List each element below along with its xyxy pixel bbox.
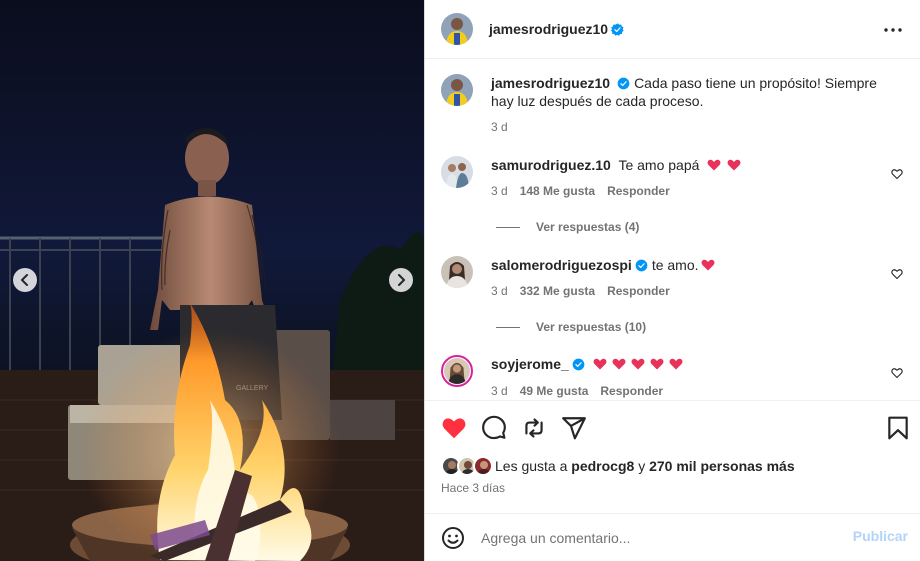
send-icon bbox=[562, 417, 586, 440]
comment-meta: 3 d 148 Me gusta Responder bbox=[491, 184, 670, 198]
comment-item: salomerodriguezospi te amo. 3 d 332 Me gu… bbox=[441, 256, 911, 316]
previous-image-button[interactable] bbox=[13, 268, 37, 292]
likes-prefix: Les gusta a bbox=[495, 458, 568, 474]
heart-emoji-icon bbox=[593, 358, 607, 370]
heart-emoji-icon bbox=[727, 159, 741, 171]
replies-divider bbox=[496, 326, 520, 328]
caption-meta: 3 d bbox=[491, 120, 508, 134]
view-replies-button[interactable]: Ver respuestas (4) bbox=[496, 220, 639, 234]
like-comment-heart-icon[interactable] bbox=[891, 268, 903, 280]
next-image-button[interactable] bbox=[389, 268, 413, 292]
verified-badge-icon bbox=[617, 77, 630, 90]
comment-text: te amo. bbox=[651, 257, 699, 273]
likes-joiner: y bbox=[638, 458, 646, 474]
post-timestamp[interactable]: Hace 3 días bbox=[441, 481, 505, 495]
liker-avatar bbox=[473, 456, 493, 476]
author-avatar[interactable] bbox=[441, 13, 473, 45]
heart-emoji-icon bbox=[701, 259, 715, 271]
share-button[interactable] bbox=[561, 415, 587, 441]
chevron-right-icon bbox=[398, 274, 405, 286]
caption-time[interactable]: 3 d bbox=[491, 120, 508, 134]
comment-item: soyjerome_ 3 d 49 Me gusta Responder bbox=[441, 355, 911, 400]
caption-username[interactable]: jamesrodriguez10 bbox=[491, 75, 610, 91]
comment-button[interactable] bbox=[481, 415, 507, 441]
add-comment-bar: Publicar bbox=[425, 513, 920, 561]
comment-time[interactable]: 3 d bbox=[491, 284, 508, 298]
comment-text-block: soyjerome_ bbox=[491, 355, 896, 373]
comment-username[interactable]: samurodriguez.10 bbox=[491, 157, 611, 173]
chevron-left-icon bbox=[21, 274, 28, 286]
comment-input[interactable] bbox=[481, 529, 841, 546]
comment-likes[interactable]: 148 Me gusta bbox=[520, 184, 595, 198]
comments-list[interactable]: jamesrodriguez10 Cada paso tiene un propó… bbox=[425, 60, 920, 400]
comment-username[interactable]: soyjerome_ bbox=[491, 356, 569, 372]
reply-button[interactable]: Responder bbox=[607, 284, 670, 298]
comment-meta: 3 d 332 Me gusta Responder bbox=[491, 284, 670, 298]
like-comment-heart-icon[interactable] bbox=[891, 168, 903, 180]
comment-time[interactable]: 3 d bbox=[491, 384, 508, 398]
comment-username[interactable]: salomerodriguezospi bbox=[491, 257, 632, 273]
save-button[interactable] bbox=[885, 415, 911, 441]
liker-username[interactable]: pedrocg8 bbox=[571, 458, 634, 474]
heart-emoji-icon bbox=[612, 358, 626, 370]
heart-emoji-icon bbox=[669, 358, 683, 370]
post-caption: jamesrodriguez10 Cada paso tiene un propó… bbox=[441, 74, 911, 134]
post-actions-section: Les gusta a pedrocg8 y 270 mil personas … bbox=[425, 400, 920, 513]
caption-text-block: jamesrodriguez10 Cada paso tiene un propó… bbox=[491, 74, 896, 110]
post-media[interactable]: GALLERY bbox=[0, 0, 424, 561]
author-username[interactable]: jamesrodriguez10 bbox=[489, 21, 608, 37]
post-side-panel: jamesrodriguez10 jamesrodriguez10 Cada p… bbox=[424, 0, 920, 561]
view-replies-label[interactable]: Ver respuestas (4) bbox=[536, 220, 639, 234]
view-replies-button[interactable]: Ver respuestas (10) bbox=[496, 320, 646, 334]
publish-button[interactable]: Publicar bbox=[853, 528, 908, 544]
repost-icon bbox=[525, 418, 543, 438]
verified-badge-icon bbox=[572, 358, 585, 371]
comment-text: Te amo papá bbox=[618, 157, 700, 173]
heart-filled-icon bbox=[442, 418, 466, 439]
heart-emoji-icon bbox=[650, 358, 664, 370]
instagram-post: GALLERY bbox=[0, 0, 920, 561]
comment-text-block: salomerodriguezospi te amo. bbox=[491, 256, 896, 274]
comment-icon bbox=[482, 415, 506, 440]
view-replies-label[interactable]: Ver respuestas (10) bbox=[536, 320, 646, 334]
likers-avatars bbox=[441, 456, 493, 476]
reply-button[interactable]: Responder bbox=[607, 184, 670, 198]
verified-badge-icon bbox=[611, 22, 624, 36]
comment-text-block: samurodriguez.10 Te amo papá bbox=[491, 156, 896, 174]
more-horizontal-icon[interactable] bbox=[883, 20, 903, 40]
author-avatar[interactable] bbox=[441, 74, 473, 106]
post-header: jamesrodriguez10 bbox=[425, 0, 920, 59]
commenter-avatar[interactable] bbox=[441, 156, 473, 188]
reply-button[interactable]: Responder bbox=[600, 384, 663, 398]
comment-likes[interactable]: 49 Me gusta bbox=[520, 384, 589, 398]
action-bar bbox=[441, 415, 911, 443]
replies-divider bbox=[496, 226, 520, 228]
repost-button[interactable] bbox=[521, 415, 547, 441]
like-button[interactable] bbox=[441, 415, 467, 441]
heart-emoji-icon bbox=[631, 358, 645, 370]
like-comment-heart-icon[interactable] bbox=[891, 367, 903, 379]
verified-badge-icon bbox=[635, 259, 648, 272]
comment-time[interactable]: 3 d bbox=[491, 184, 508, 198]
commenter-avatar-story-ring[interactable] bbox=[441, 355, 473, 387]
comment-meta: 3 d 49 Me gusta Responder bbox=[491, 384, 663, 398]
comment-likes[interactable]: 332 Me gusta bbox=[520, 284, 595, 298]
heart-emoji-icon bbox=[707, 159, 721, 171]
likes-summary[interactable]: Les gusta a pedrocg8 y 270 mil personas … bbox=[441, 456, 795, 476]
emoji-picker-icon[interactable] bbox=[441, 526, 465, 550]
comment-item: samurodriguez.10 Te amo papá 3 d 148 Me … bbox=[441, 156, 911, 216]
post-photo: GALLERY bbox=[0, 0, 424, 561]
commenter-avatar[interactable] bbox=[441, 256, 473, 288]
likes-count[interactable]: 270 mil personas más bbox=[649, 458, 795, 474]
bookmark-icon bbox=[888, 416, 908, 440]
